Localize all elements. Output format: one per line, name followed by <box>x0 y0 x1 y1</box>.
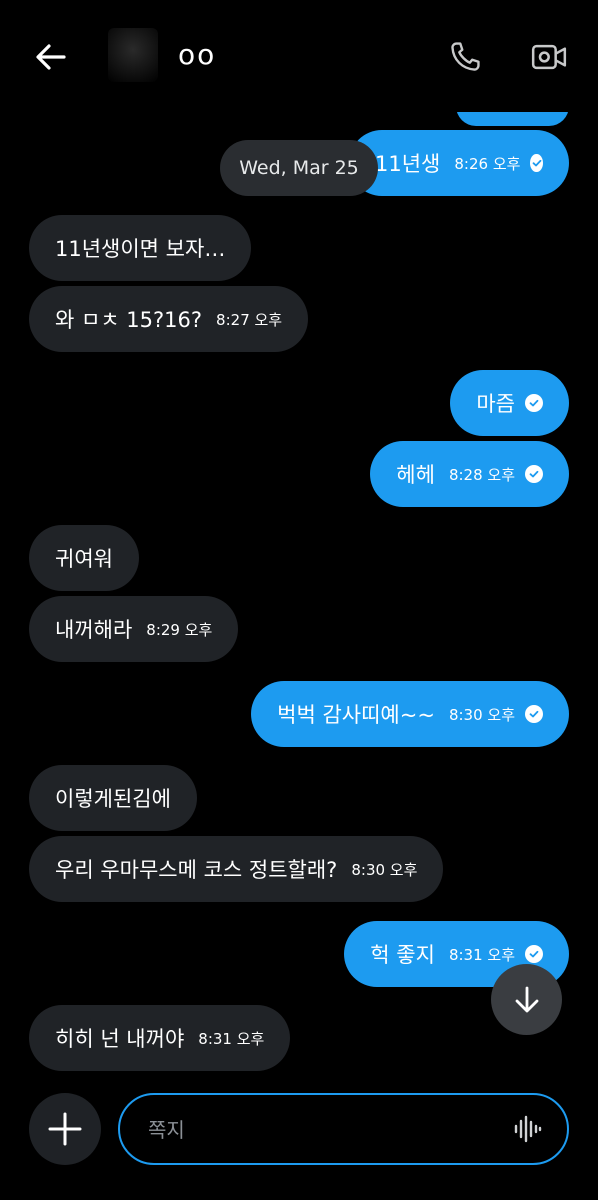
message-input[interactable] <box>146 1095 510 1165</box>
message-composer[interactable] <box>118 1093 569 1165</box>
message-bubble-outgoing[interactable]: 11년생 8:26 오후 <box>349 130 569 196</box>
message-text: 내꺼해라 <box>55 618 133 642</box>
video-camera-icon <box>531 44 567 70</box>
message-bubble-incoming[interactable]: 내꺼해라 8:29 오후 <box>29 596 239 662</box>
message-text: 우리 우마무스메 코스 정트할래? <box>55 858 338 882</box>
message-time: 8:30 오후 <box>448 705 515 724</box>
check-circle-icon <box>525 705 543 723</box>
message-bubble-incoming[interactable]: 11년생이면 보자… <box>29 215 252 281</box>
message-text: 벅벅 감사띠예~~ <box>277 703 435 727</box>
date-separator: Wed, Mar 25 <box>220 140 378 196</box>
video-call-button[interactable] <box>522 30 576 84</box>
message-bubble-outgoing[interactable]: 마즘 <box>450 370 569 436</box>
waveform-icon <box>514 1115 542 1143</box>
check-circle-icon <box>530 154 543 172</box>
plus-icon <box>48 1112 82 1146</box>
message-time: 8:30 오후 <box>351 860 418 879</box>
check-circle-icon <box>525 945 543 963</box>
check-circle-icon <box>525 465 543 483</box>
message-bubble-incoming[interactable]: 우리 우마무스메 코스 정트할래? 8:30 오후 <box>29 836 444 902</box>
message-time: 8:26 오후 <box>454 154 521 173</box>
phone-icon <box>451 42 480 71</box>
add-media-button[interactable] <box>29 1093 101 1165</box>
message-list[interactable]: 11년생 8:26 오후 Wed, Mar 25 11년생이면 보자… 와 ㅁㅊ… <box>0 0 598 1080</box>
message-text: 11년생 <box>375 152 441 176</box>
message-text: 귀여워 <box>55 547 113 571</box>
message-time: 8:31 오후 <box>448 945 515 964</box>
message-bubble-incoming[interactable]: 귀여워 <box>29 525 139 591</box>
message-text: 마즘 <box>476 392 515 416</box>
message-bubble-incoming[interactable]: 히히 넌 내꺼야 8:31 오후 <box>29 1005 291 1071</box>
voice-message-button[interactable] <box>511 1113 543 1145</box>
message-text: 히히 넌 내꺼야 <box>55 1027 185 1051</box>
message-text: 11년생이면 보자… <box>55 237 226 261</box>
message-time: 8:27 오후 <box>216 310 283 329</box>
message-bubble-outgoing[interactable]: 헤헤 8:28 오후 <box>370 441 569 507</box>
message-text: 헤헤 <box>396 463 435 487</box>
call-button[interactable] <box>438 30 492 84</box>
message-time: 8:28 오후 <box>448 465 515 484</box>
conversation-header: oo <box>0 0 598 112</box>
message-bubble-incoming[interactable]: 이렇게된김에 <box>29 765 197 831</box>
message-time: 8:29 오후 <box>146 620 213 639</box>
scroll-to-bottom-button[interactable] <box>491 964 562 1035</box>
arrow-left-icon <box>36 44 66 70</box>
message-bubble-outgoing[interactable]: 벅벅 감사띠예~~ 8:30 오후 <box>251 681 569 747</box>
message-text: 헉 좋지 <box>370 943 435 967</box>
message-time: 8:31 오후 <box>198 1029 265 1048</box>
conversation-title[interactable]: oo <box>178 38 216 71</box>
back-button[interactable] <box>24 30 78 84</box>
message-text: 이렇게된김에 <box>55 787 171 811</box>
message-text: 와 ㅁㅊ 15?16? <box>55 308 203 332</box>
message-bubble-incoming[interactable]: 와 ㅁㅊ 15?16? 8:27 오후 <box>29 286 309 352</box>
check-circle-icon <box>525 394 543 412</box>
avatar[interactable] <box>108 28 158 82</box>
arrow-down-icon <box>515 986 538 1012</box>
